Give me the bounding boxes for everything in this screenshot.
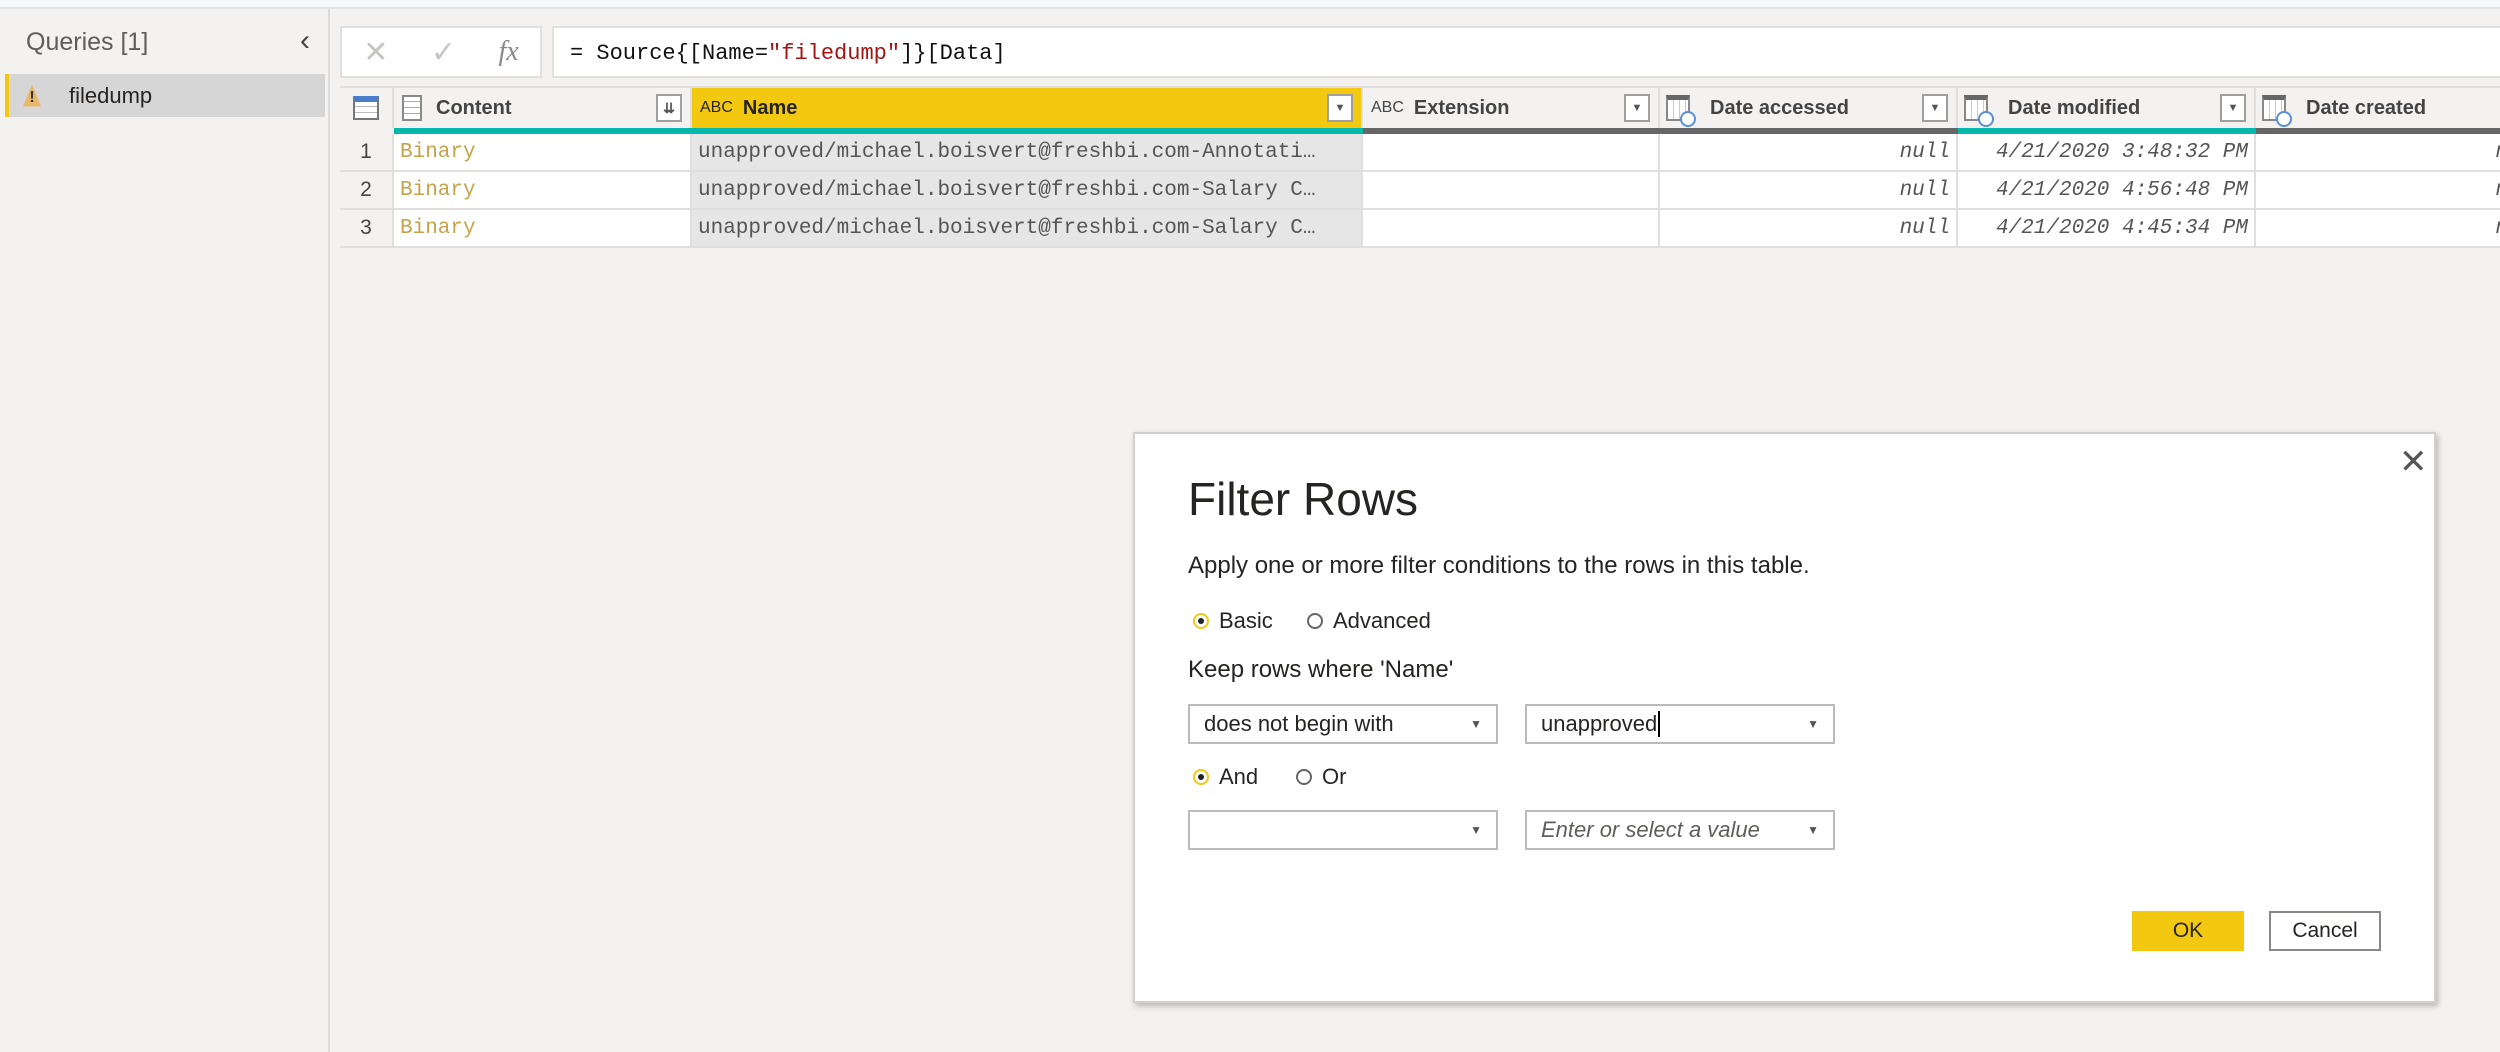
name-cell: unapproved/michael.boisvert@freshbi.com-… bbox=[692, 210, 1363, 248]
table-row[interactable]: 1 Binary unapproved/michael.boisvert@fre… bbox=[340, 134, 2500, 172]
column-label: Name bbox=[742, 96, 798, 119]
radio-label: Or bbox=[1322, 764, 1347, 789]
operator-select-1[interactable]: does not begin with ▼ bbox=[1188, 704, 1498, 744]
table-icon bbox=[353, 96, 379, 120]
chevron-down-icon: ▼ bbox=[1807, 717, 1819, 731]
radio-unselected-icon bbox=[1307, 613, 1323, 629]
title-strip bbox=[0, 0, 2500, 9]
formula-controls: ✕ ✓ fx bbox=[340, 26, 542, 78]
date-modified-cell: 4/21/2020 3:48:32 PM bbox=[1958, 134, 2256, 172]
row-number: 3 bbox=[340, 210, 394, 248]
table-menu-button[interactable] bbox=[340, 86, 394, 128]
column-header-date-created[interactable]: Date created bbox=[2256, 86, 2500, 128]
text-type-icon: ABC bbox=[700, 99, 733, 116]
radio-or[interactable]: Or bbox=[1296, 764, 1346, 790]
date-created-cell: n bbox=[2256, 210, 2500, 248]
date-created-cell: n bbox=[2256, 134, 2500, 172]
table-row[interactable]: 2 Binary unapproved/michael.boisvert@fre… bbox=[340, 172, 2500, 210]
filter-dropdown-icon[interactable]: ▼ bbox=[1922, 94, 1948, 122]
radio-and[interactable]: And bbox=[1193, 764, 1258, 790]
chevron-down-icon: ▼ bbox=[1470, 823, 1482, 837]
binary-icon bbox=[402, 95, 422, 121]
filter-dropdown-icon[interactable]: ▼ bbox=[1624, 94, 1650, 122]
datetime-icon bbox=[1964, 95, 1994, 127]
query-item-filedump[interactable]: ! filedump bbox=[5, 74, 325, 117]
expand-column-icon[interactable]: ⇊ bbox=[656, 94, 682, 122]
column-header-content[interactable]: Content ⇊ bbox=[394, 86, 692, 128]
row-number: 2 bbox=[340, 172, 394, 210]
value-text: unapproved bbox=[1541, 711, 1661, 737]
formula-string: "filedump" bbox=[768, 41, 901, 66]
column-header-extension[interactable]: ABC Extension ▼ bbox=[1363, 86, 1660, 128]
keep-rows-label: Keep rows where 'Name' bbox=[1188, 656, 1454, 683]
datetime-icon bbox=[1666, 95, 1696, 127]
content-cell[interactable]: Binary bbox=[394, 134, 692, 172]
date-accessed-cell: null bbox=[1660, 210, 1958, 248]
query-label: filedump bbox=[69, 82, 153, 108]
filter-dropdown-icon[interactable]: ▼ bbox=[2220, 94, 2246, 122]
dialog-description: Apply one or more filter conditions to t… bbox=[1188, 552, 1810, 579]
datetime-icon bbox=[2262, 95, 2292, 127]
formula-prefix: = Source{[Name= bbox=[570, 41, 769, 66]
value-input-2[interactable]: Enter or select a value ▼ bbox=[1525, 810, 1835, 850]
date-created-cell: n bbox=[2256, 172, 2500, 210]
warning-icon: ! bbox=[23, 84, 41, 107]
table-body: 1 Binary unapproved/michael.boisvert@fre… bbox=[340, 134, 2500, 248]
radio-label: Advanced bbox=[1333, 608, 1431, 633]
column-header-date-modified[interactable]: Date modified ▼ bbox=[1958, 86, 2256, 128]
extension-cell bbox=[1363, 134, 1660, 172]
operator-select-2[interactable]: ▼ bbox=[1188, 810, 1498, 850]
operator-value: does not begin with bbox=[1204, 711, 1394, 736]
close-icon[interactable]: ✕ bbox=[2399, 442, 2428, 482]
value-placeholder: Enter or select a value bbox=[1541, 817, 1760, 842]
column-header-date-accessed[interactable]: Date accessed ▼ bbox=[1660, 86, 1958, 128]
name-cell: unapproved/michael.boisvert@freshbi.com-… bbox=[692, 172, 1363, 210]
column-label: Date created bbox=[2306, 96, 2427, 119]
value-input-1[interactable]: unapproved ▼ bbox=[1525, 704, 1835, 744]
date-accessed-cell: null bbox=[1660, 172, 1958, 210]
radio-label: Basic bbox=[1219, 608, 1273, 633]
date-modified-cell: 4/21/2020 4:45:34 PM bbox=[1958, 210, 2256, 248]
cancel-formula-icon[interactable]: ✕ bbox=[363, 35, 388, 70]
radio-selected-icon bbox=[1193, 613, 1209, 629]
ok-button[interactable]: OK bbox=[2132, 911, 2244, 951]
content-cell[interactable]: Binary bbox=[394, 172, 692, 210]
radio-basic[interactable]: Basic bbox=[1193, 608, 1273, 634]
chevron-down-icon: ▼ bbox=[1807, 823, 1819, 837]
date-accessed-cell: null bbox=[1660, 134, 1958, 172]
radio-label: And bbox=[1219, 764, 1259, 789]
content-cell[interactable]: Binary bbox=[394, 210, 692, 248]
column-label: Content bbox=[436, 96, 512, 119]
queries-pane bbox=[0, 9, 330, 1052]
queries-title: Queries [1] bbox=[26, 28, 149, 56]
date-modified-cell: 4/21/2020 4:56:48 PM bbox=[1958, 172, 2256, 210]
formula-input[interactable]: = Source{[Name="filedump"]}[Data] bbox=[552, 26, 2500, 78]
chevron-down-icon: ▼ bbox=[1470, 717, 1482, 731]
cancel-button[interactable]: Cancel bbox=[2269, 911, 2381, 951]
column-label: Date modified bbox=[2008, 96, 2141, 119]
extension-cell bbox=[1363, 172, 1660, 210]
column-label: Date accessed bbox=[1710, 96, 1849, 119]
radio-unselected-icon bbox=[1296, 769, 1312, 785]
collapse-chevron-icon[interactable]: ‹ bbox=[300, 24, 310, 58]
radio-selected-icon bbox=[1193, 769, 1209, 785]
name-cell: unapproved/michael.boisvert@freshbi.com-… bbox=[692, 134, 1363, 172]
extension-cell bbox=[1363, 210, 1660, 248]
filter-rows-dialog: ✕ Filter Rows Apply one or more filter c… bbox=[1133, 432, 2436, 1003]
fx-icon[interactable]: fx bbox=[499, 36, 519, 68]
dialog-title: Filter Rows bbox=[1188, 473, 1419, 525]
radio-advanced[interactable]: Advanced bbox=[1307, 608, 1431, 634]
column-label: Extension bbox=[1413, 96, 1510, 119]
row-number: 1 bbox=[340, 134, 394, 172]
formula-suffix: ]}[Data] bbox=[900, 41, 1006, 66]
filter-dropdown-icon[interactable]: ▼ bbox=[1327, 94, 1353, 122]
table-row[interactable]: 3 Binary unapproved/michael.boisvert@fre… bbox=[340, 210, 2500, 248]
text-type-icon: ABC bbox=[1371, 99, 1404, 116]
commit-formula-icon[interactable]: ✓ bbox=[431, 35, 456, 70]
column-header-name[interactable]: ABC Name ▼ bbox=[692, 86, 1363, 128]
